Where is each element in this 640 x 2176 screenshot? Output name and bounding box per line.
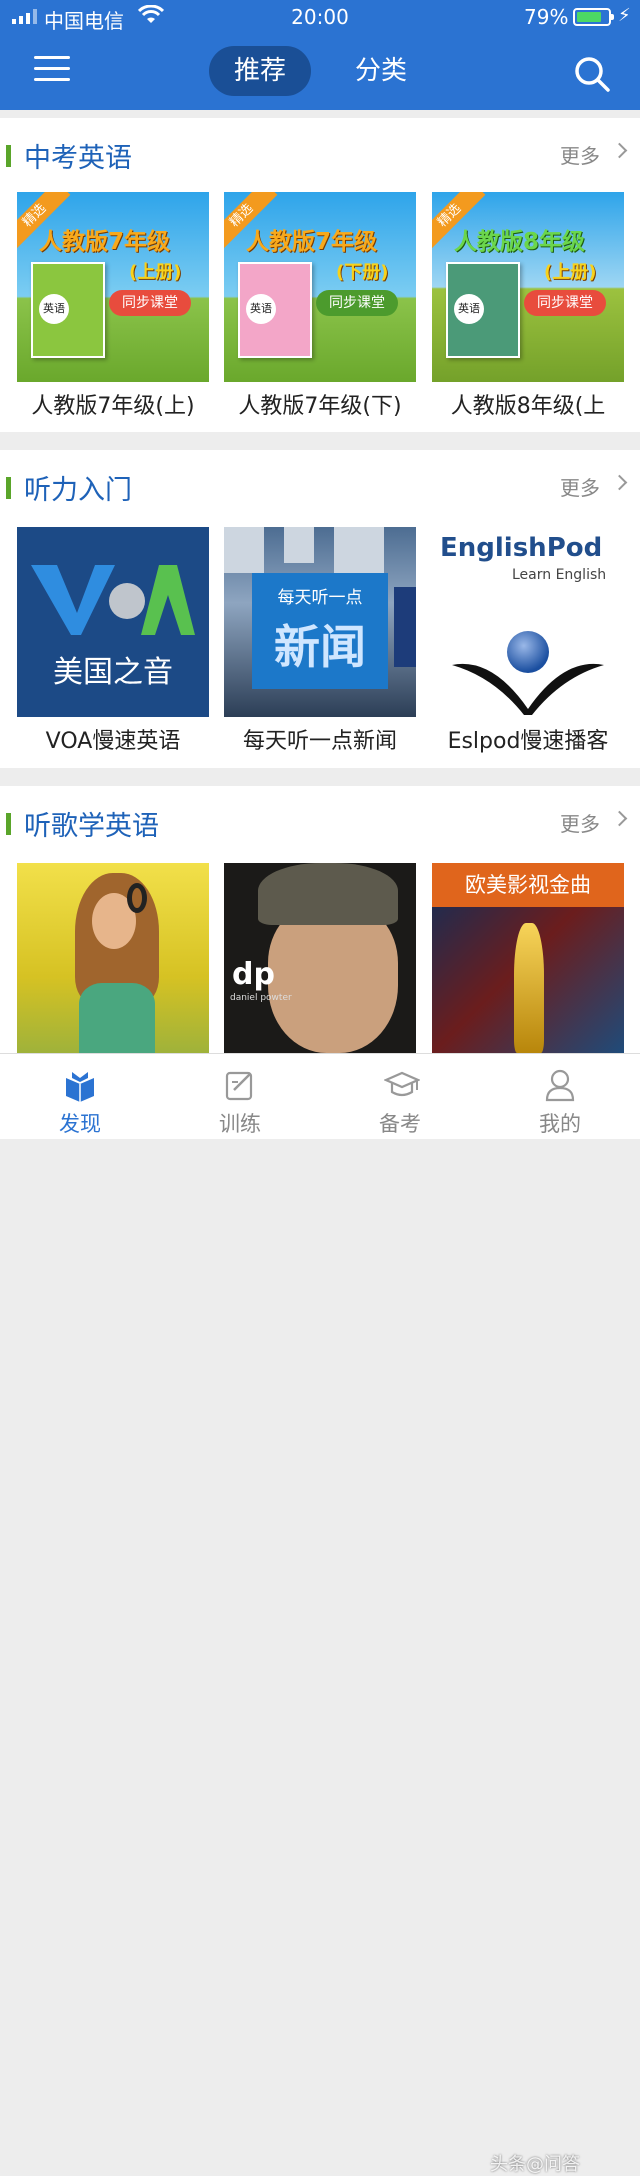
oscar-statue-shape [514,923,544,1053]
course-thumbnail[interactable]: 精选 人教版8年级 (上册) 英语 同步课堂 [432,192,624,382]
news-panel: 每天听一点 新闻 [252,573,388,689]
englishpod-logo: EnglishPod [440,533,603,563]
nav-label: 训练 [219,1112,261,1136]
building-shape [334,527,384,579]
card-caption: 人教版7年级(上) [31,394,195,419]
artist-name: daniel powter [230,993,292,1003]
book-word: 英语 [39,294,69,324]
bottom-nav: 发现 训练 备考 我的 头条@问答 [0,1053,640,2175]
building-shape [284,527,314,563]
section-header: 听力入门 更多 [0,450,640,520]
voa-thumbnail[interactable]: 美国之音 [17,527,209,717]
battery-percent: 79% [524,5,569,29]
hamburger-icon[interactable] [34,56,70,86]
voa-logo-icon [31,565,195,635]
englishpod-thumbnail[interactable]: EnglishPod Learn English [432,527,624,717]
section-middle-school-english: 中考英语 更多 精选 人教版7年级 (上册) 英语 同步课堂 人教版7年级(上)… [0,118,640,432]
book-word: 英语 [454,294,484,324]
sphere-icon [507,631,549,673]
sync-class-pill: 同步课堂 [316,290,398,316]
thumb-title: 人教版7年级 [246,229,378,255]
thumb-text: 新闻 [274,620,366,674]
card-caption: 人教版7年级(下) [238,394,402,419]
sync-class-pill: 同步课堂 [524,290,606,316]
nav-label: 发现 [59,1112,101,1136]
headphones-icon [127,883,147,913]
section-header: 中考英语 更多 [0,118,640,188]
section-header: 听歌学英语 更多 [0,786,640,856]
section-accent-bar [6,145,11,167]
thumb-title: 人教版7年级 [39,229,171,255]
nav-label: 我的 [539,1112,581,1136]
section-listening-intro: 听力入门 更多 美国之音 VOA慢速英语 每天听一点 新闻 每天听一点新闻 En… [0,450,640,768]
user-icon [545,1069,575,1102]
nav-label: 备考 [379,1112,421,1136]
chevron-right-icon[interactable] [611,474,628,491]
tab-category[interactable]: 分类 [336,46,426,96]
movie-songs-poster[interactable]: 欧美影视金曲 [432,863,624,1053]
nav-profile[interactable]: 我的 [480,1054,640,1139]
card-caption: Eslpod慢速播客 [447,729,609,754]
content-feed[interactable]: 中考英语 更多 精选 人教版7年级 (上册) 英语 同步课堂 人教版7年级(上)… [0,110,640,1053]
battery-icon [573,8,614,26]
card-caption: 每天听一点新闻 [242,729,397,754]
app-header: 中国电信 20:00 79% ⚡ 推荐 分类 [0,0,640,110]
thumb-subtitle: (上册) [129,262,182,283]
section-title: 听歌学英语 [24,811,159,842]
card-caption: VOA慢速英语 [45,729,181,754]
nav-training[interactable]: 训练 [160,1054,320,1139]
course-thumbnail[interactable]: 精选 人教版7年级 (上册) 英语 同步课堂 [17,192,209,382]
course-thumbnail[interactable]: 精选 人教版7年级 (下册) 英语 同步课堂 [224,192,416,382]
search-icon[interactable] [572,54,612,94]
graduation-cap-icon [384,1071,420,1097]
news-thumbnail[interactable]: 每天听一点 新闻 [224,527,416,717]
section-accent-bar [6,813,11,835]
chevron-right-icon[interactable] [611,810,628,827]
artist-logo: dp [232,957,275,992]
watermark: 头条@问答 [490,2154,580,2175]
edit-icon [225,1071,253,1101]
book-icon [66,1072,94,1102]
daniel-powter-photo[interactable]: dp daniel powter [224,863,416,1053]
textbook-cover: 英语 [31,262,105,358]
more-link[interactable]: 更多 [560,140,600,169]
section-learn-english-songs: 听歌学英语 更多 dp daniel powter 欧美影视金曲 [0,786,640,1053]
status-bar: 中国电信 20:00 79% ⚡ [0,0,640,36]
section-title: 中考英语 [24,143,132,174]
card-caption: 人教版8年级(上 [450,394,606,419]
section-title: 听力入门 [24,475,132,506]
thumb-text: 美国之音 [53,655,173,690]
more-link[interactable]: 更多 [560,472,600,501]
flag-shape [394,587,416,667]
woman-headphones-photo[interactable] [17,863,209,1053]
sync-class-pill: 同步课堂 [109,290,191,316]
book-word: 英语 [246,294,276,324]
textbook-cover: 英语 [238,262,312,358]
building-shape [224,527,264,573]
more-link[interactable]: 更多 [560,808,600,837]
textbook-cover: 英语 [446,262,520,358]
nav-discover[interactable]: 发现 [0,1054,160,1139]
thumb-subtitle: Learn English [512,567,607,583]
thumb-subtitle: (上册) [544,262,597,283]
nav-exam-prep[interactable]: 备考 [320,1054,480,1139]
section-accent-bar [6,477,11,499]
thumb-subtitle: (下册) [336,262,389,283]
chevron-right-icon[interactable] [611,142,628,159]
tab-recommend[interactable]: 推荐 [209,46,311,96]
thumb-text: 欧美影视金曲 [432,863,624,907]
hat-shape [258,863,398,925]
charging-icon: ⚡ [618,5,631,26]
thumb-title: 人教版8年级 [454,229,586,255]
dress-shape [79,983,155,1053]
face-shape [268,903,398,1053]
thumb-text: 每天听一点 [277,588,363,608]
